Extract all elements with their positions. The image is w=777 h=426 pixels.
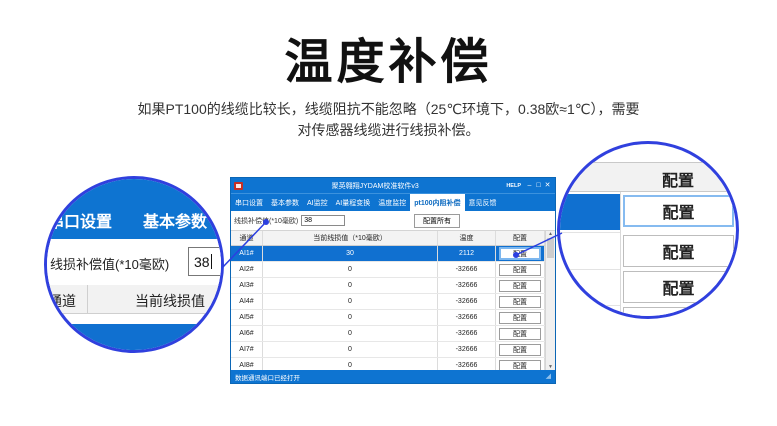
- tab-ai-monitor[interactable]: AI监控: [303, 194, 332, 211]
- table-row[interactable]: AI3# 0 -32666 配置: [231, 278, 545, 294]
- callout-configure-button[interactable]: 配置: [623, 235, 734, 267]
- header-line-loss: 当前线损值（*10毫欧）: [263, 231, 438, 245]
- configure-row-button[interactable]: 配置: [499, 264, 541, 276]
- table-row[interactable]: AI5# 0 -32666 配置: [231, 310, 545, 326]
- table-row[interactable]: AI4# 0 -32666 配置: [231, 294, 545, 310]
- tab-ai-range[interactable]: AI量程变换: [332, 194, 375, 211]
- status-text: 数据通讯端口已经打开: [235, 372, 300, 382]
- configure-row-button[interactable]: 配置: [499, 280, 541, 292]
- table-row[interactable]: AI7# 0 -32666 配置: [231, 342, 545, 358]
- callout-configure-button[interactable]: 配置: [623, 271, 734, 303]
- app-logo-icon: [234, 182, 243, 190]
- compensation-input[interactable]: [301, 215, 345, 226]
- configure-row-button[interactable]: 配置: [499, 312, 541, 324]
- right-magnifier-callout: 配置 配置 配置 配置 配置: [557, 141, 739, 319]
- channel-table: 通道 当前线损值（*10毫欧） 温度 配置 AI1# 30 2112 配置 AI…: [231, 231, 555, 370]
- resize-grip-icon[interactable]: ◢: [546, 373, 551, 380]
- callout-table-header: 通道 当前线损值: [47, 285, 221, 314]
- callout-header-line-loss: 当前线损值: [135, 291, 205, 311]
- callout-selected-row: [47, 324, 221, 353]
- callout-header-channel: 通道: [48, 291, 76, 311]
- compensation-toolbar: 线损补偿值(*10毫欧) 配置所有: [231, 211, 555, 231]
- minimize-button[interactable]: –: [525, 179, 534, 192]
- subtitle-line-1: 如果PT100的线缆比较长，线缆阻抗不能忽略（25℃环境下，0.38欧≈1℃），…: [0, 99, 777, 120]
- callout-tab-bar: 串口设置 基本参数: [47, 179, 221, 239]
- page: 温度补偿 如果PT100的线缆比较长，线缆阻抗不能忽略（25℃环境下，0.38欧…: [0, 0, 777, 426]
- window-title: 聚英翱翔JYDAM校准软件v3: [246, 181, 504, 191]
- configure-row-button[interactable]: 配置: [499, 360, 541, 371]
- tab-temp-monitor[interactable]: 温度监控: [374, 194, 410, 211]
- help-button[interactable]: HELP: [506, 183, 521, 189]
- tab-bar: 串口设置 基本参数 AI监控 AI量程变换 温度监控 pt100内阻补偿 意见反…: [231, 193, 555, 211]
- left-magnifier-callout: 串口设置 基本参数 线损补偿值(*10毫欧) 38 通道 当前线损值: [44, 176, 224, 353]
- header-configure: 配置: [496, 231, 545, 245]
- tab-feedback[interactable]: 意见反馈: [465, 194, 501, 211]
- header-channel: 通道: [231, 231, 263, 245]
- scroll-up-icon[interactable]: ▲: [548, 231, 553, 237]
- close-button[interactable]: ✕: [543, 179, 552, 192]
- table-row[interactable]: AI6# 0 -32666 配置: [231, 326, 545, 342]
- page-title: 温度补偿: [0, 22, 777, 92]
- page-subtitle: 如果PT100的线缆比较长，线缆阻抗不能忽略（25℃环境下，0.38欧≈1℃），…: [0, 99, 777, 141]
- callout-configure-header: 配置: [560, 162, 736, 192]
- callout-configure-button[interactable]: 配置: [623, 195, 734, 227]
- callout-toolbar: 线损补偿值(*10毫欧) 38: [47, 239, 221, 286]
- status-bar: 数据通讯端口已经打开 ◢: [231, 370, 555, 383]
- title-bar: 聚英翱翔JYDAM校准软件v3 HELP – □ ✕: [231, 178, 555, 193]
- tab-basic-params[interactable]: 基本参数: [267, 194, 303, 211]
- header-temperature: 温度: [438, 231, 496, 245]
- maximize-button[interactable]: □: [534, 179, 543, 192]
- text-cursor: [211, 254, 212, 269]
- compensation-label: 线损补偿值(*10毫欧): [234, 216, 298, 226]
- callout-configure-button[interactable]: 配置: [623, 307, 734, 319]
- table-row[interactable]: AI8# 0 -32666 配置: [231, 358, 545, 370]
- configure-row-button[interactable]: 配置: [499, 344, 541, 356]
- callout-tab-basic-params: 基本参数: [143, 208, 207, 232]
- table-row[interactable]: AI1# 30 2112 配置: [231, 246, 545, 262]
- callout-tab-serial-settings: 串口设置: [48, 208, 112, 232]
- scrollbar-thumb[interactable]: [547, 238, 554, 258]
- vertical-scrollbar[interactable]: ▲ ▼: [545, 231, 555, 370]
- tab-serial-settings[interactable]: 串口设置: [231, 194, 267, 211]
- configure-row-button[interactable]: 配置: [499, 328, 541, 340]
- app-window: 聚英翱翔JYDAM校准软件v3 HELP – □ ✕ 串口设置 基本参数 AI监…: [230, 177, 556, 384]
- callout-selected-row-fragment: [560, 194, 620, 230]
- table-row[interactable]: AI2# 0 -32666 配置: [231, 262, 545, 278]
- callout-compensation-label: 线损补偿值(*10毫欧): [50, 254, 169, 273]
- callout-compensation-input[interactable]: 38: [188, 247, 224, 276]
- configure-row-button[interactable]: 配置: [499, 247, 541, 260]
- table-header-row: 通道 当前线损值（*10毫欧） 温度 配置: [231, 231, 545, 246]
- subtitle-line-2: 对传感器线缆进行线损补偿。: [0, 120, 777, 141]
- tab-pt100-compensation[interactable]: pt100内阻补偿: [410, 194, 464, 211]
- configure-row-button[interactable]: 配置: [499, 296, 541, 308]
- configure-all-button[interactable]: 配置所有: [414, 214, 460, 228]
